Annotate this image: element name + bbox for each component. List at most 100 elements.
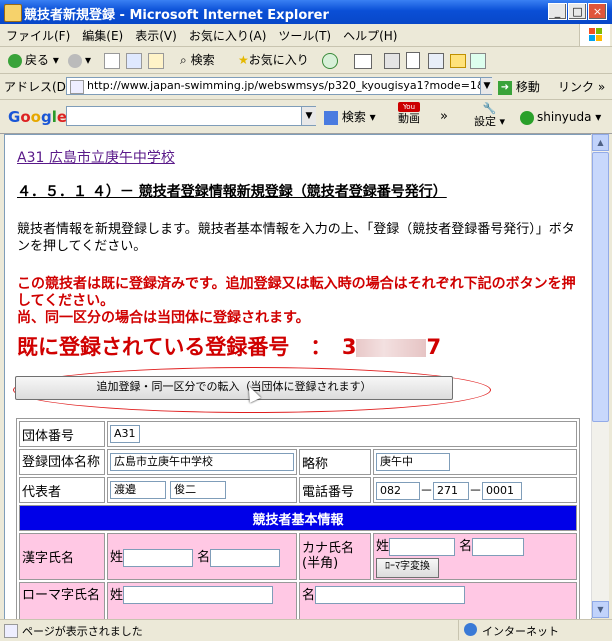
kana-last-field[interactable] bbox=[389, 537, 456, 556]
wrench-icon: 🔧 bbox=[482, 102, 497, 115]
team-no-field[interactable]: A31 bbox=[110, 425, 140, 443]
romaji-last-field[interactable] bbox=[123, 586, 274, 604]
go-button[interactable]: ➜ 移動 bbox=[498, 78, 540, 96]
phone-label: 電話番号 bbox=[299, 477, 371, 503]
team-no-label: 団体番号 bbox=[19, 421, 105, 447]
rep-last-field[interactable]: 渡邉 bbox=[110, 481, 166, 499]
page-content: A31 広島市立庚午中学校 ４．５．１ ４）－ 競技者登録情報新規登録（競技者登… bbox=[4, 134, 592, 620]
standard-toolbar: 戻る ▾ ▾ ⌕ 検索 ★お気に入り bbox=[0, 47, 612, 74]
mail-icon[interactable] bbox=[354, 54, 372, 69]
romaji-mei-label: 名 bbox=[302, 587, 316, 603]
phone-dash-1: － bbox=[420, 483, 434, 499]
address-dropdown-icon[interactable]: ▼ bbox=[480, 78, 493, 94]
go-arrow-icon: ➜ bbox=[498, 80, 512, 95]
back-button[interactable]: 戻る ▾ bbox=[8, 51, 59, 69]
forward-arrow-icon bbox=[68, 53, 82, 68]
transfer-button[interactable]: 追加登録・同一区分での転入（当団体に登録されます） bbox=[15, 376, 453, 400]
ie-page-icon bbox=[4, 4, 22, 22]
user-status-icon bbox=[520, 110, 534, 125]
user-menu[interactable]: shinyuda ▾ bbox=[520, 108, 601, 126]
page-icon bbox=[70, 80, 84, 94]
abbr-field[interactable]: 庚午中 bbox=[376, 453, 450, 471]
settings-button[interactable]: 🔧 設定 ▾ bbox=[474, 102, 505, 128]
rep-first-field[interactable]: 俊二 bbox=[170, 481, 227, 499]
menu-help[interactable]: ヘルプ(H) bbox=[337, 24, 403, 47]
registration-form: 団体番号 A31 登録団体名称 広島市立庚午中学校 略称 庚午中 代表者 渡邉 … bbox=[16, 418, 580, 619]
school-link[interactable]: A31 広島市立庚午中学校 bbox=[17, 147, 175, 167]
romaji-sei-label: 姓 bbox=[110, 587, 124, 603]
minimize-button[interactable]: _ bbox=[548, 3, 567, 20]
scroll-up-icon[interactable]: ▲ bbox=[592, 134, 609, 151]
kana-name-label: カナ氏名(半角) bbox=[299, 533, 371, 580]
google-logo: Google bbox=[8, 108, 68, 126]
menu-file[interactable]: ファイル(F) bbox=[0, 24, 76, 47]
section-header: 競技者基本情報 bbox=[19, 505, 577, 531]
address-label: アドレス(D) bbox=[4, 80, 71, 94]
globe-icon bbox=[464, 623, 477, 636]
romaji-name-label: ローマ字氏名 bbox=[19, 581, 105, 619]
kana-mei-label: 名 bbox=[459, 539, 473, 554]
douga-button[interactable]: You 動画 bbox=[398, 102, 420, 125]
team-name-label: 登録団体名称 bbox=[19, 449, 105, 475]
scroll-thumb[interactable] bbox=[592, 152, 609, 422]
page-heading: ４．５．１ ４）－ 競技者登録情報新規登録（競技者登録番号発行） bbox=[17, 184, 447, 200]
home-icon[interactable] bbox=[148, 53, 164, 69]
menu-tools[interactable]: ツール(T) bbox=[272, 24, 337, 47]
youtube-icon: You bbox=[398, 102, 420, 112]
status-text: ページが表示されました bbox=[22, 625, 143, 638]
mei-label: 名 bbox=[197, 550, 211, 565]
forward-button[interactable]: ▾ bbox=[68, 51, 91, 69]
menu-favorites[interactable]: お気に入り(A) bbox=[183, 24, 273, 47]
address-url: http://www.japan-swimming.jp/webswmsys/p… bbox=[87, 79, 492, 92]
vertical-scrollbar[interactable]: ▲ ▼ bbox=[591, 134, 609, 618]
folder-icon[interactable] bbox=[450, 54, 466, 68]
google-toolbar: Google ▼ 検索 ▾ You 動画 » 🔧 設定 ▾ shinyuda ▾ bbox=[0, 100, 612, 134]
menu-edit[interactable]: 編集(E) bbox=[76, 24, 129, 47]
discuss-icon[interactable] bbox=[428, 53, 444, 69]
romaji-convert-button[interactable]: ﾛｰﾏ字変換 bbox=[376, 557, 439, 578]
search-button[interactable]: ⌕ 検索 bbox=[180, 51, 215, 69]
address-input[interactable]: http://www.japan-swimming.jp/webswmsys/p… bbox=[66, 77, 492, 95]
scroll-down-icon[interactable]: ▼ bbox=[592, 601, 609, 618]
warning-line-2: 尚、同一区分の場合は当団体に登録されます。 bbox=[17, 310, 310, 326]
romaji-first-field[interactable] bbox=[315, 586, 466, 604]
links-button[interactable]: リンク » bbox=[558, 78, 605, 96]
phone-2-field[interactable]: 271 bbox=[433, 482, 470, 501]
google-search-input[interactable] bbox=[66, 106, 316, 126]
more-chevron-icon[interactable]: » bbox=[440, 108, 448, 126]
menu-view[interactable]: 表示(V) bbox=[129, 24, 183, 47]
search-icon: ⌕ bbox=[180, 53, 187, 67]
phone-1-field[interactable]: 082 bbox=[376, 482, 420, 501]
kana-first-field[interactable] bbox=[472, 537, 525, 556]
stop-icon[interactable] bbox=[104, 53, 120, 69]
back-arrow-icon bbox=[8, 53, 22, 68]
windows-logo-icon bbox=[579, 24, 610, 46]
edit-icon[interactable] bbox=[406, 52, 420, 69]
history-icon[interactable] bbox=[322, 53, 338, 69]
phone-dash-2: － bbox=[469, 483, 483, 499]
kanji-last-field[interactable] bbox=[123, 548, 194, 567]
kana-sei-label: 姓 bbox=[376, 539, 390, 554]
maximize-button[interactable]: □ bbox=[568, 3, 587, 20]
warning-text: この競技者は既に登録済みです。追加登録又は転入時の場合はそれぞれ下記のボタンを押… bbox=[17, 276, 587, 327]
abbr-label: 略称 bbox=[299, 449, 371, 475]
window-title: 競技者新規登録 - Microsoft Internet Explorer bbox=[24, 8, 329, 23]
favorites-button[interactable]: ★お気に入り bbox=[238, 51, 309, 69]
status-bar: ページが表示されました インターネット bbox=[0, 619, 612, 641]
registered-number: 既に登録されている登録番号 ： 3 7 bbox=[17, 331, 441, 361]
team-name-field[interactable]: 広島市立庚午中学校 bbox=[110, 453, 294, 471]
zone-text: インターネット bbox=[482, 625, 559, 638]
print-icon[interactable] bbox=[384, 53, 400, 69]
menu-bar: ファイル(F) 編集(E) 表示(V) お気に入り(A) ツール(T) ヘルプ(H) bbox=[0, 24, 612, 47]
page-status-icon bbox=[4, 624, 18, 638]
google-dropdown-icon[interactable]: ▼ bbox=[301, 107, 316, 125]
sei-label: 姓 bbox=[110, 550, 124, 565]
phone-3-field[interactable]: 0001 bbox=[482, 482, 523, 501]
kanji-name-label: 漢字氏名 bbox=[19, 533, 105, 580]
kanji-first-field[interactable] bbox=[210, 548, 281, 567]
messenger-icon[interactable] bbox=[470, 53, 486, 69]
rep-label: 代表者 bbox=[19, 477, 105, 503]
google-search-button[interactable]: 検索 ▾ bbox=[324, 108, 376, 126]
close-button[interactable]: × bbox=[588, 3, 607, 20]
refresh-icon[interactable] bbox=[126, 53, 142, 69]
